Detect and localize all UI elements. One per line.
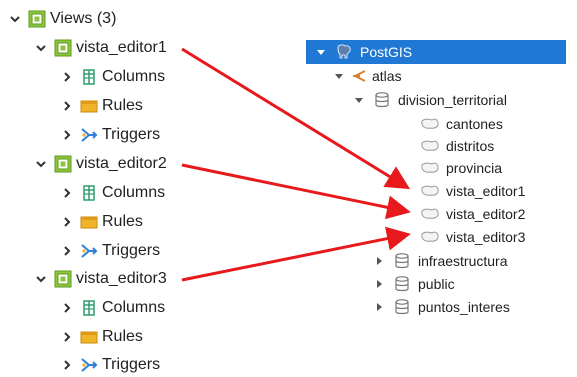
- tree-node-label: vista_editor1: [446, 183, 526, 199]
- tree-node-label: vista_editor2: [446, 206, 526, 222]
- tree-node-label: Columns: [102, 184, 166, 201]
- rules-icon: [80, 213, 98, 231]
- polygon-layer-icon: [420, 206, 440, 222]
- tree-node-postgis[interactable]: PostGIS: [316, 41, 412, 63]
- columns-icon: [80, 299, 98, 317]
- database-icon: [392, 253, 412, 269]
- caret-down-icon[interactable]: [334, 71, 344, 81]
- tree-node-layer[interactable]: vista_editor1: [420, 180, 525, 202]
- view-icon: [54, 270, 72, 288]
- tree-node-columns[interactable]: Columns: [60, 65, 165, 89]
- database-icon: [372, 92, 392, 108]
- chevron-right-icon[interactable]: [60, 215, 74, 229]
- tree-node-label: cantones: [446, 116, 503, 132]
- tree-node-layer[interactable]: cantones: [420, 113, 503, 135]
- chevron-right-icon[interactable]: [60, 330, 74, 344]
- views-folder-icon: [28, 10, 46, 28]
- tree-node-schema[interactable]: puntos_interes: [374, 296, 510, 318]
- database-icon: [392, 299, 412, 315]
- browser-panel: PostGIS atlas division_territorial canto…: [306, 36, 577, 326]
- tree-node-layer[interactable]: distritos: [420, 135, 494, 157]
- columns-icon: [80, 184, 98, 202]
- tree-node-label: public: [418, 276, 455, 292]
- chevron-right-icon[interactable]: [60, 244, 74, 258]
- tree-node-rules[interactable]: Rules: [60, 210, 143, 234]
- tree-node-label: Triggers: [102, 356, 161, 373]
- elephant-icon: [334, 44, 354, 60]
- caret-right-icon[interactable]: [374, 256, 384, 266]
- tree-node-schema[interactable]: public: [374, 273, 455, 295]
- polygon-layer-icon: [420, 116, 440, 132]
- chevron-right-icon[interactable]: [60, 301, 74, 315]
- triggers-icon: [80, 356, 98, 374]
- polygon-layer-icon: [420, 183, 440, 199]
- tree-node-label: vista_editor1: [76, 39, 167, 56]
- tree-node-label: Columns: [102, 68, 166, 85]
- tree-node-columns[interactable]: Columns: [60, 296, 165, 320]
- columns-icon: [80, 68, 98, 86]
- tree-node-label: Rules: [102, 97, 143, 114]
- database-icon: [392, 276, 412, 292]
- tree-node-view[interactable]: vista_editor3: [34, 267, 167, 291]
- tree-node-layer[interactable]: provincia: [420, 157, 502, 179]
- tree-node-views[interactable]: Views (3): [8, 7, 116, 31]
- tree-node-schema[interactable]: infraestructura: [374, 250, 507, 272]
- schema-icon: [352, 68, 366, 84]
- tree-node-label: vista_editor3: [76, 270, 167, 287]
- tree-node-rules[interactable]: Rules: [60, 94, 143, 118]
- object-tree-panel: Views (3) vista_editor1 Columns Rules Tr…: [0, 0, 260, 376]
- tree-node-layer[interactable]: vista_editor2: [420, 203, 525, 225]
- chevron-right-icon[interactable]: [60, 99, 74, 113]
- tree-node-triggers[interactable]: Triggers: [60, 353, 160, 377]
- view-icon: [54, 39, 72, 57]
- tree-node-label: atlas: [372, 68, 402, 84]
- tree-node-columns[interactable]: Columns: [60, 181, 165, 205]
- triggers-icon: [80, 242, 98, 260]
- polygon-layer-icon: [420, 138, 440, 154]
- caret-down-icon[interactable]: [354, 95, 364, 105]
- triggers-icon: [80, 126, 98, 144]
- tree-node-label: Views (3): [50, 10, 117, 27]
- tree-node-layer[interactable]: vista_editor3: [420, 226, 525, 248]
- caret-right-icon[interactable]: [374, 279, 384, 289]
- chevron-down-icon[interactable]: [34, 41, 48, 55]
- tree-node-triggers[interactable]: Triggers: [60, 239, 160, 263]
- tree-node-label: Triggers: [102, 126, 161, 143]
- polygon-layer-icon: [420, 229, 440, 245]
- tree-node-label: vista_editor3: [446, 229, 526, 245]
- chevron-right-icon[interactable]: [60, 186, 74, 200]
- tree-node-label: division_territorial: [398, 92, 507, 108]
- caret-right-icon[interactable]: [374, 302, 384, 312]
- tree-node-label: vista_editor2: [76, 155, 167, 172]
- tree-node-view[interactable]: vista_editor1: [34, 36, 167, 60]
- view-icon: [54, 155, 72, 173]
- tree-node-label: distritos: [446, 138, 495, 154]
- tree-node-triggers[interactable]: Triggers: [60, 123, 160, 147]
- tree-node-label: PostGIS: [360, 44, 413, 60]
- rules-icon: [80, 328, 98, 346]
- chevron-right-icon[interactable]: [60, 358, 74, 372]
- polygon-layer-icon: [420, 160, 440, 176]
- tree-node-label: puntos_interes: [418, 299, 510, 315]
- chevron-right-icon[interactable]: [60, 70, 74, 84]
- caret-down-icon[interactable]: [316, 47, 326, 57]
- tree-node-schema-division-territorial[interactable]: division_territorial: [354, 89, 507, 111]
- chevron-down-icon[interactable]: [34, 272, 48, 286]
- rules-icon: [80, 97, 98, 115]
- chevron-down-icon[interactable]: [8, 12, 22, 26]
- chevron-down-icon[interactable]: [34, 157, 48, 171]
- tree-node-view[interactable]: vista_editor2: [34, 152, 167, 176]
- tree-node-schema-atlas[interactable]: atlas: [334, 65, 402, 87]
- tree-node-label: provincia: [446, 160, 503, 176]
- tree-node-rules[interactable]: Rules: [60, 325, 143, 349]
- chevron-right-icon[interactable]: [60, 128, 74, 142]
- tree-node-label: Triggers: [102, 242, 161, 259]
- tree-node-label: Rules: [102, 328, 143, 345]
- tree-node-label: infraestructura: [418, 253, 508, 269]
- tree-node-label: Rules: [102, 213, 143, 230]
- tree-node-label: Columns: [102, 299, 166, 316]
